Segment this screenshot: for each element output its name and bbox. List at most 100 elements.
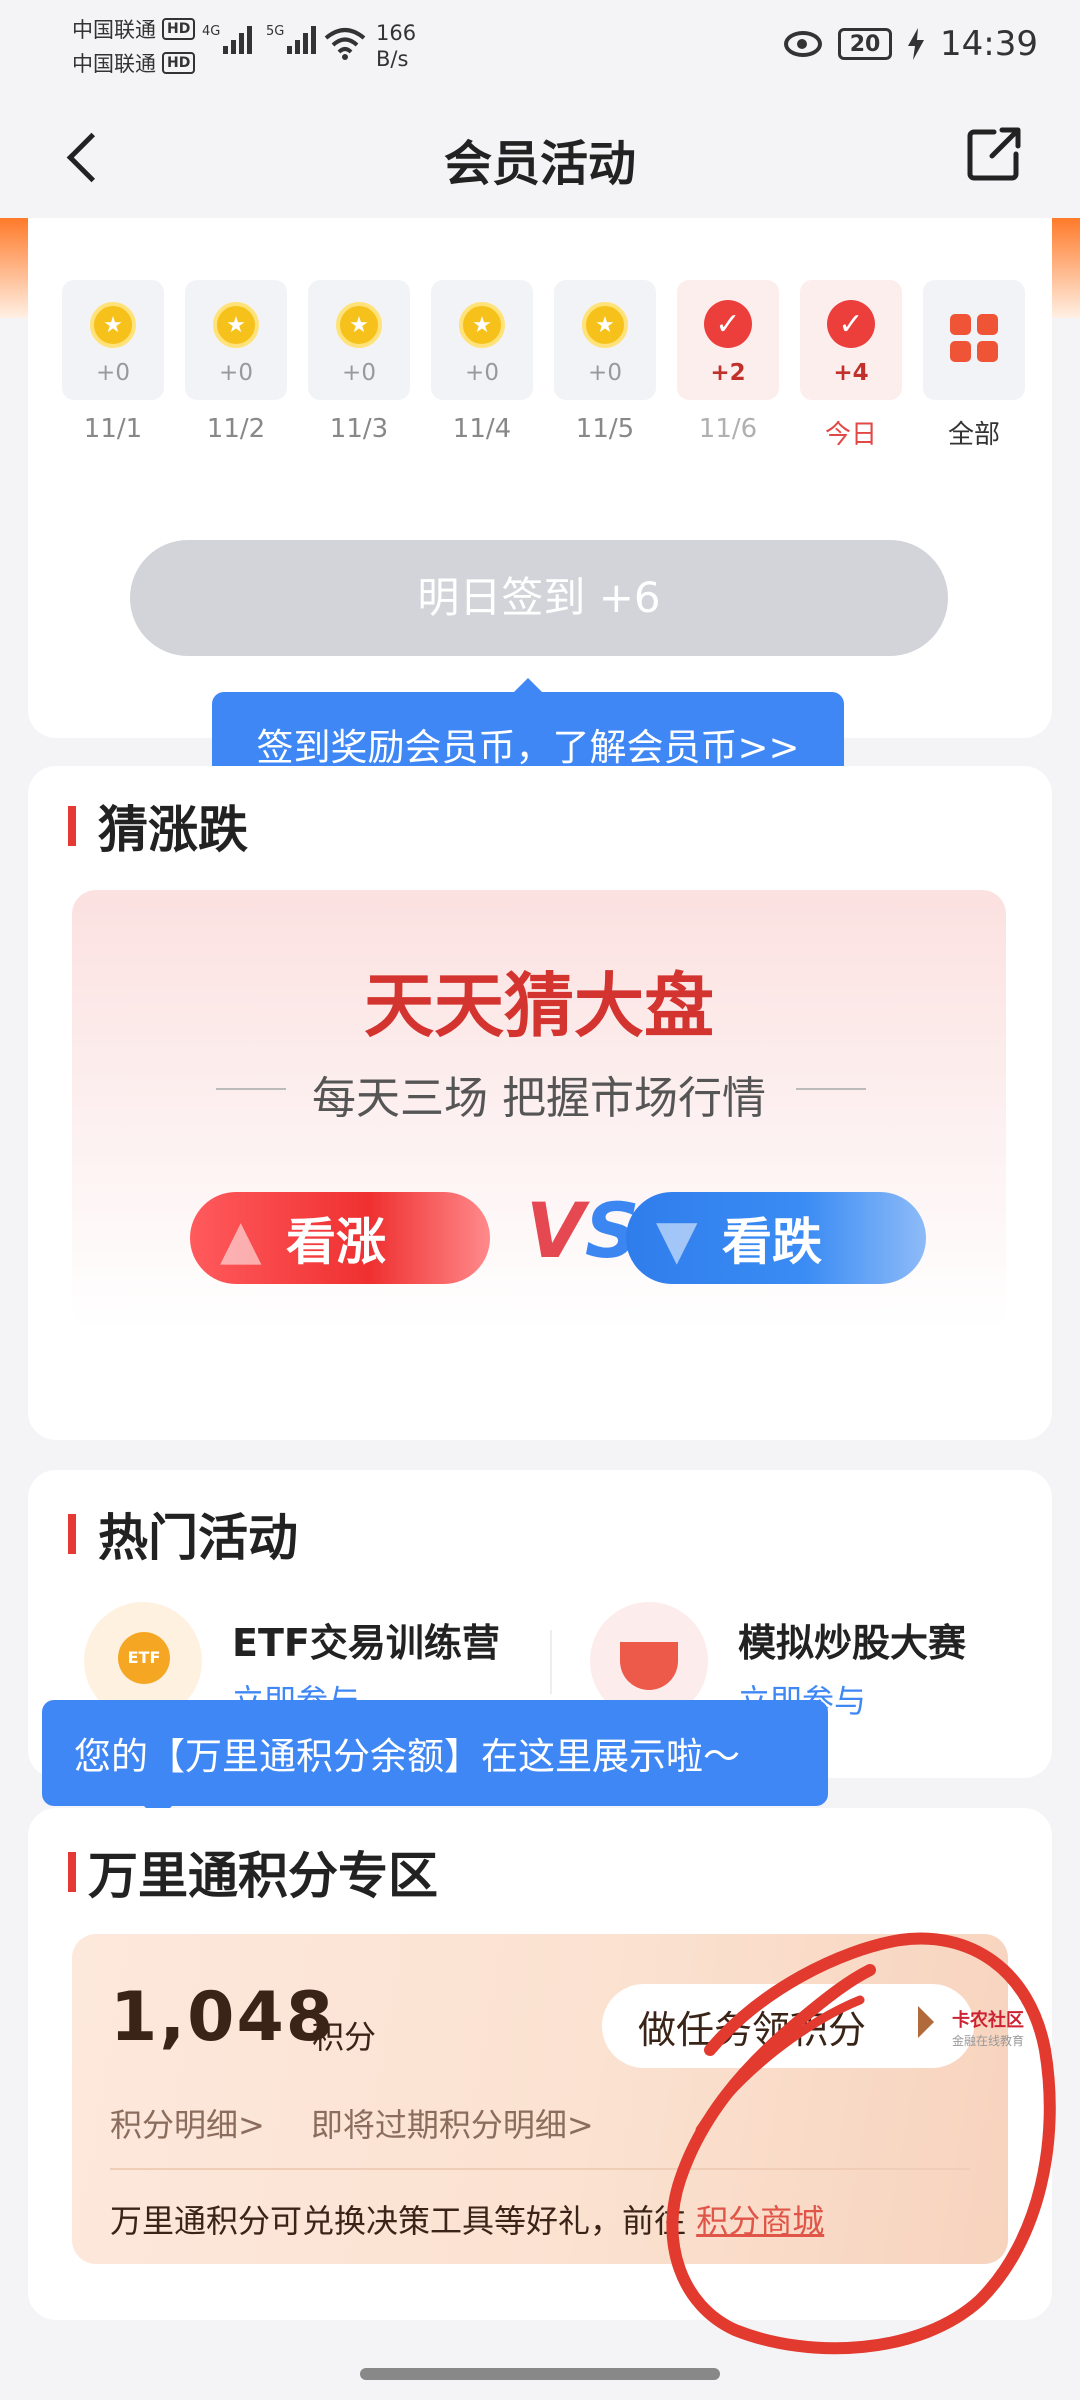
bet-up-button[interactable]: ▲ 看涨 [190, 1192, 490, 1284]
guess-banner[interactable]: 天天猜大盘 每天三场 把握市场行情 ▲ 看涨 VS ▼ 看跌 [72, 890, 1006, 1330]
watermark-name: 卡农社区 [952, 2010, 1024, 2031]
day-points: +2 [710, 360, 746, 386]
day-points: +0 [588, 360, 622, 386]
day-points: +0 [465, 360, 499, 386]
points-detail-link[interactable]: 积分明细> [110, 2100, 265, 2146]
charging-bolt-icon [908, 28, 925, 60]
day-points: +0 [219, 360, 253, 386]
banner-title: 天天猜大盘 [364, 965, 714, 1047]
carrier-name: 中国联通 [72, 18, 156, 42]
home-indicator[interactable] [360, 2368, 720, 2380]
vs-icon: VS [526, 1186, 640, 1275]
checkin-day[interactable]: ★ +0 11/4 [431, 280, 533, 451]
hd-badge: HD [162, 18, 196, 40]
share-button[interactable] [964, 124, 1024, 184]
checkin-card: ★ +0 11/1 ★ +0 11/2 ★ +0 11/3 ★ +0 11/4 ★ +0 … [28, 218, 1052, 738]
checkin-day[interactable]: ★ +0 11/3 [308, 280, 410, 451]
points-mall-link[interactable]: 积分商城 [696, 2202, 824, 2240]
bet-down-label: 看跌 [722, 1213, 822, 1271]
day-date: 11/4 [452, 414, 512, 444]
checkin-tomorrow-button[interactable]: 明日签到 +6 [130, 540, 948, 656]
hot-item-etf[interactable]: ETF ETF交易训练营 立即参与 [84, 1602, 524, 1720]
hot-item-name: 模拟炒股大赛 [738, 1621, 967, 1665]
all-label: 全部 [947, 420, 1000, 450]
points-footer: 万里通积分可兑换决策工具等好礼，前往 积分商城 [110, 2196, 824, 2242]
grid-icon [950, 314, 998, 362]
divider [550, 1630, 552, 1694]
expiring-points-link[interactable]: 即将过期积分明细> [311, 2100, 594, 2146]
battery-icon: 20 [838, 28, 893, 60]
hot-item-name: ETF交易训练营 [232, 1621, 500, 1665]
points-value: 1,048 [110, 1978, 336, 2057]
carrier-2: 中国联通 HD [72, 48, 196, 78]
watermark-logo: 卡农社区 金融在线教育 [898, 2006, 1024, 2048]
checkin-day[interactable]: ★ +0 11/5 [554, 280, 656, 451]
coin-icon: ★ [213, 302, 259, 348]
coin-icon: ★ [336, 302, 382, 348]
checkin-day[interactable]: ★ +0 11/1 [62, 280, 164, 451]
coin-icon: ★ [459, 302, 505, 348]
check-icon: ✓ [704, 300, 752, 348]
title-accent-bar [68, 1852, 76, 1892]
day-points: +0 [96, 360, 130, 386]
section-title-text: 猜涨跌 [98, 801, 248, 859]
divider-line [796, 1088, 866, 1090]
guess-card: 猜涨跌 天天猜大盘 每天三场 把握市场行情 ▲ 看涨 VS ▼ 看跌 [28, 766, 1052, 1440]
status-bar: 中国联通 HD 中国联通 HD 4G 5G 166 B/s 20 14:39 [0, 0, 1080, 100]
hd-badge: HD [162, 52, 196, 74]
screen: 中国联通 HD 中国联通 HD 4G 5G 166 B/s 20 14:39 会… [0, 0, 1080, 2400]
checkin-days: ★ +0 11/1 ★ +0 11/2 ★ +0 11/3 ★ +0 11/4 ★ +0 … [62, 280, 1025, 451]
day-points: +0 [342, 360, 376, 386]
points-panel: 1,048 积分 做任务领积分 积分明细> 即将过期积分明细> 万里通积分可兑换… [72, 1934, 1008, 2264]
checkin-all-button[interactable]: 全部 [923, 280, 1025, 451]
arrow-up-icon: ▲ [220, 1208, 262, 1271]
coin-icon: ★ [582, 302, 628, 348]
points-unit: 积分 [312, 2018, 377, 2056]
speed-value: 166 [376, 21, 417, 45]
hot-item-contest[interactable]: 模拟炒股大赛 立即参与 [590, 1602, 1030, 1720]
day-date: 11/3 [329, 414, 389, 444]
section-title-guess: 猜涨跌 [68, 790, 248, 862]
day-date: 11/5 [575, 414, 635, 444]
bet-down-button[interactable]: ▼ 看跌 [626, 1192, 926, 1284]
network-type-label: 4G [202, 24, 221, 39]
bet-up-label: 看涨 [286, 1213, 386, 1271]
header-decoration-left [0, 218, 28, 318]
etf-badge: ETF [118, 1632, 170, 1684]
points-balance-tooltip[interactable]: 您的【万里通积分余额】在这里展示啦～ [42, 1700, 828, 1820]
checkin-day[interactable]: ✓ +2 11/6 [677, 280, 779, 451]
section-title-text: 热门活动 [98, 1509, 298, 1567]
signal-bars-icon [287, 24, 317, 54]
title-accent-bar [68, 806, 76, 846]
divider [110, 2168, 970, 2170]
points-links: 积分明细> 即将过期积分明细> [110, 2100, 594, 2146]
arrow-down-icon: ▼ [656, 1208, 698, 1271]
vs-v: V [526, 1186, 585, 1275]
signal-4g: 4G [202, 24, 253, 54]
section-title-points: 万里通积分专区 [68, 1836, 438, 1908]
checkin-day[interactable]: ★ +0 11/2 [185, 280, 287, 451]
page-title: 会员活动 [443, 136, 636, 192]
earn-points-label: 做任务领积分 [638, 2007, 867, 2052]
points-card: 万里通积分专区 1,048 积分 做任务领积分 积分明细> 即将过期积分明细> … [28, 1808, 1052, 2320]
day-date: 今日 [824, 420, 877, 450]
nav-bar: 会员活动 [0, 100, 1080, 218]
network-type-label: 5G [266, 24, 285, 39]
status-right: 20 14:39 [784, 24, 1038, 64]
section-title-text: 万里通积分专区 [88, 1847, 438, 1905]
wifi-icon [324, 28, 366, 60]
signal-5g: 5G [266, 24, 317, 54]
eye-icon [784, 31, 823, 57]
carrier-1: 中国联通 HD [72, 14, 196, 44]
title-accent-bar [68, 1514, 76, 1554]
signal-bars-icon [223, 24, 253, 54]
day-points: +4 [833, 360, 869, 386]
points-footer-text: 万里通积分可兑换决策工具等好礼，前往 [110, 2202, 697, 2240]
speed-unit: B/s [376, 47, 409, 71]
day-date: 11/6 [698, 414, 758, 444]
network-speed: 166 B/s [376, 20, 416, 72]
checkin-day-today[interactable]: ✓ +4 今日 [800, 280, 902, 451]
day-date: 11/2 [206, 414, 266, 444]
carrier-name: 中国联通 [72, 52, 156, 76]
watermark-sub: 金融在线教育 [951, 2034, 1024, 2048]
